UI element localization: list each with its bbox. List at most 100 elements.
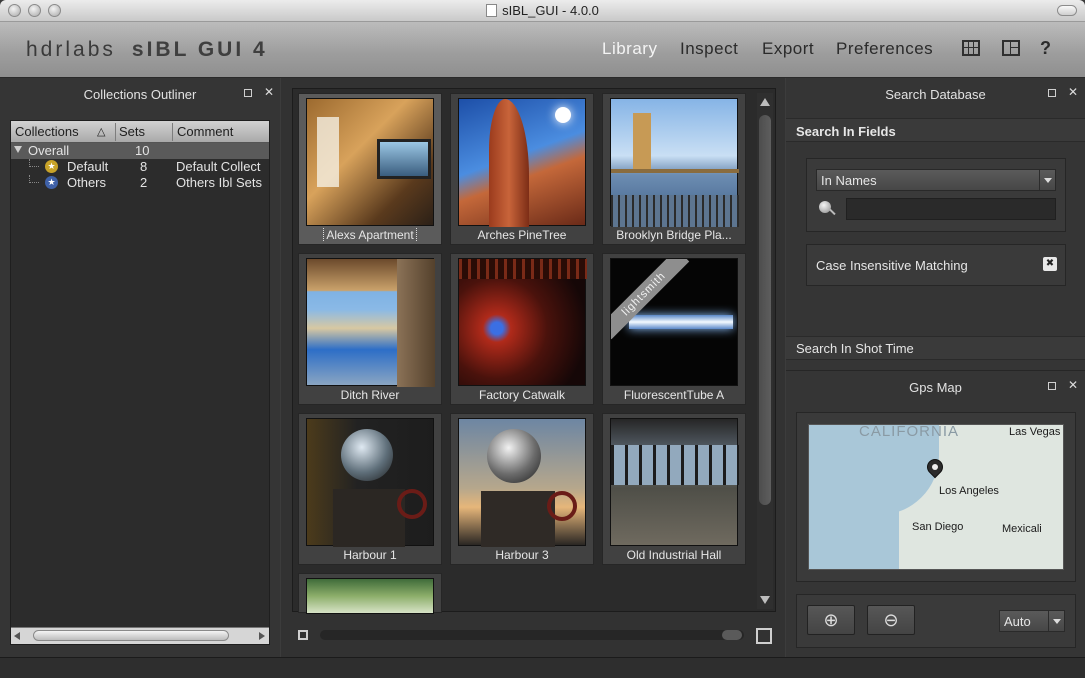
thumbnail-label: Alexs Apartment: [299, 228, 441, 242]
city-san-diego: San Diego: [912, 521, 964, 533]
row-name: Default: [67, 159, 109, 174]
thumbnail-label: Old Industrial Hall: [626, 548, 722, 562]
sort-ascending-icon: △: [97, 126, 106, 138]
scrollbar-thumb[interactable]: [759, 115, 771, 505]
thumbnail-image: [306, 578, 434, 614]
scroll-right-icon[interactable]: [259, 632, 265, 640]
library-item-harbour-3[interactable]: Harbour 3: [450, 413, 594, 565]
help-button[interactable]: ?: [1040, 38, 1051, 59]
tree-branch-line: [29, 175, 39, 183]
scroll-up-icon[interactable]: [760, 98, 770, 106]
library-item-arches-pinetree[interactable]: Arches PineTree: [450, 93, 594, 245]
library-item-old-industrial-hall[interactable]: Old Industrial Hall: [602, 413, 746, 565]
slider-knob[interactable]: [722, 630, 742, 640]
thumbnail-label: Brooklyn Bridge Pla...: [616, 228, 732, 242]
document-icon: [486, 4, 498, 17]
status-bar: [0, 657, 1085, 678]
tab-preferences[interactable]: Preferences: [836, 39, 933, 59]
small-thumbnails-icon[interactable]: [298, 630, 308, 640]
thumbnail-size-slider[interactable]: [320, 630, 744, 640]
disclosure-triangle-icon[interactable]: [14, 146, 22, 153]
scrollbar-thumb[interactable]: [33, 630, 229, 641]
library-item-brooklyn-bridge[interactable]: Brooklyn Bridge Pla...: [602, 93, 746, 245]
thumbnail-label: Harbour 3: [495, 548, 549, 562]
search-in-shot-time-header[interactable]: Search In Shot Time: [796, 341, 914, 356]
map-type-select[interactable]: Auto: [999, 610, 1065, 632]
grid-layout-icon[interactable]: [962, 40, 980, 56]
user-collection-icon: ★: [45, 176, 58, 189]
close-panel-icon[interactable]: ✕: [1068, 378, 1078, 392]
float-panel-icon[interactable]: [1048, 382, 1056, 390]
thumbnail-image: [306, 418, 434, 547]
row-sets: 10: [135, 143, 150, 158]
map-pin-dot: [932, 464, 938, 470]
close-panel-icon[interactable]: ✕: [264, 85, 274, 99]
window-title: sIBL_GUI - 4.0.0: [0, 3, 1085, 18]
app-window: sIBL_GUI - 4.0.0 hdrlabs sIBL GUI 4 Libra…: [0, 0, 1085, 678]
panel-title: Collections Outliner: [83, 87, 197, 102]
thumbnail-label: Factory Catwalk: [478, 388, 566, 402]
float-panel-icon[interactable]: [1048, 89, 1056, 97]
tree-row-overall[interactable]: Overall 10: [11, 143, 269, 159]
column-header-sets[interactable]: Sets: [119, 124, 145, 139]
tab-export[interactable]: Export: [762, 39, 814, 59]
zoom-in-button[interactable]: ⊕: [807, 605, 855, 635]
library-item-fluorescent-tube[interactable]: lightsmith FluorescentTube A: [602, 253, 746, 405]
scroll-left-icon[interactable]: [14, 632, 20, 640]
scroll-down-icon[interactable]: [760, 596, 770, 604]
row-name: Overall: [28, 143, 70, 158]
tree-header: Collections △ Sets Comment: [11, 121, 269, 143]
library-grid: Alexs Apartment Arches PineTree Brooklyn…: [292, 88, 776, 614]
panel-title: Gps Map: [909, 380, 962, 395]
tree-row-default[interactable]: ★ Default 8 Default Collect: [11, 159, 269, 175]
library-item-ditch-river[interactable]: Ditch River: [298, 253, 442, 405]
thumbnail-image: [306, 258, 435, 387]
chevron-down-icon[interactable]: [1039, 170, 1055, 190]
thumbnail-image: lightsmith: [610, 258, 738, 386]
tab-library[interactable]: Library: [602, 39, 657, 59]
tree-row-others[interactable]: ★ Others 2 Others Ibl Sets: [11, 175, 269, 191]
city-mexicali: Mexicali: [1002, 523, 1042, 535]
gps-map[interactable]: CALIFORNIA Las Vegas Los Angeles San Die…: [808, 424, 1064, 570]
search-input[interactable]: [846, 198, 1056, 220]
row-sets: 2: [140, 175, 148, 190]
tab-inspect[interactable]: Inspect: [680, 39, 738, 59]
row-sets: 8: [140, 159, 148, 174]
vertical-scrollbar[interactable]: [757, 93, 773, 609]
column-header-comment[interactable]: Comment: [177, 124, 233, 139]
row-comment: Others Ibl Sets: [176, 175, 262, 190]
row-name: Others: [67, 175, 107, 190]
case-matching-box: Case Insensitive Matching ✖: [806, 244, 1066, 286]
float-panel-icon[interactable]: [244, 89, 252, 97]
split-layout-icon[interactable]: [1002, 40, 1020, 56]
search-in-fields-header[interactable]: Search In Fields: [796, 124, 896, 139]
search-field-combo[interactable]: In Names: [816, 169, 1056, 191]
thumbnail-image: [610, 418, 739, 546]
chevron-down-icon[interactable]: [1048, 611, 1064, 631]
library-item-harbour-1[interactable]: Harbour 1: [298, 413, 442, 565]
column-header-collections[interactable]: Collections: [15, 124, 79, 139]
thumbnail-label: FluorescentTube A: [623, 388, 725, 402]
thumbnail-image: [458, 258, 587, 386]
thumbnail-image: [458, 418, 586, 547]
thumbnail-label-text: Alexs Apartment: [323, 228, 417, 242]
library-item-factory-catwalk[interactable]: Factory Catwalk: [450, 253, 594, 405]
city-los-angeles: Los Angeles: [939, 485, 999, 497]
thumbnail-image: [458, 98, 586, 227]
library-item-alexs-apartment[interactable]: Alexs Apartment: [298, 93, 442, 245]
zoom-out-button[interactable]: ⊖: [867, 605, 915, 635]
thumbnail-label: Arches PineTree: [477, 228, 567, 242]
panel-title: Search Database: [885, 87, 986, 102]
toolbar-toggle-button[interactable]: [1057, 5, 1077, 16]
thumbnail-image: [306, 98, 434, 226]
horizontal-scrollbar[interactable]: [11, 627, 269, 644]
map-type-value: Auto: [1004, 614, 1031, 629]
library-item-partial[interactable]: [298, 573, 442, 614]
case-insensitive-checkbox[interactable]: ✖: [1043, 257, 1057, 271]
row-comment: Default Collect: [176, 159, 261, 174]
collections-tree: Collections △ Sets Comment Overall 10 ★ …: [10, 120, 270, 645]
thumbnail-label: Harbour 1: [343, 548, 397, 562]
thumbnail-image: [610, 98, 739, 227]
large-thumbnails-icon[interactable]: [756, 628, 772, 644]
close-panel-icon[interactable]: ✕: [1068, 85, 1078, 99]
